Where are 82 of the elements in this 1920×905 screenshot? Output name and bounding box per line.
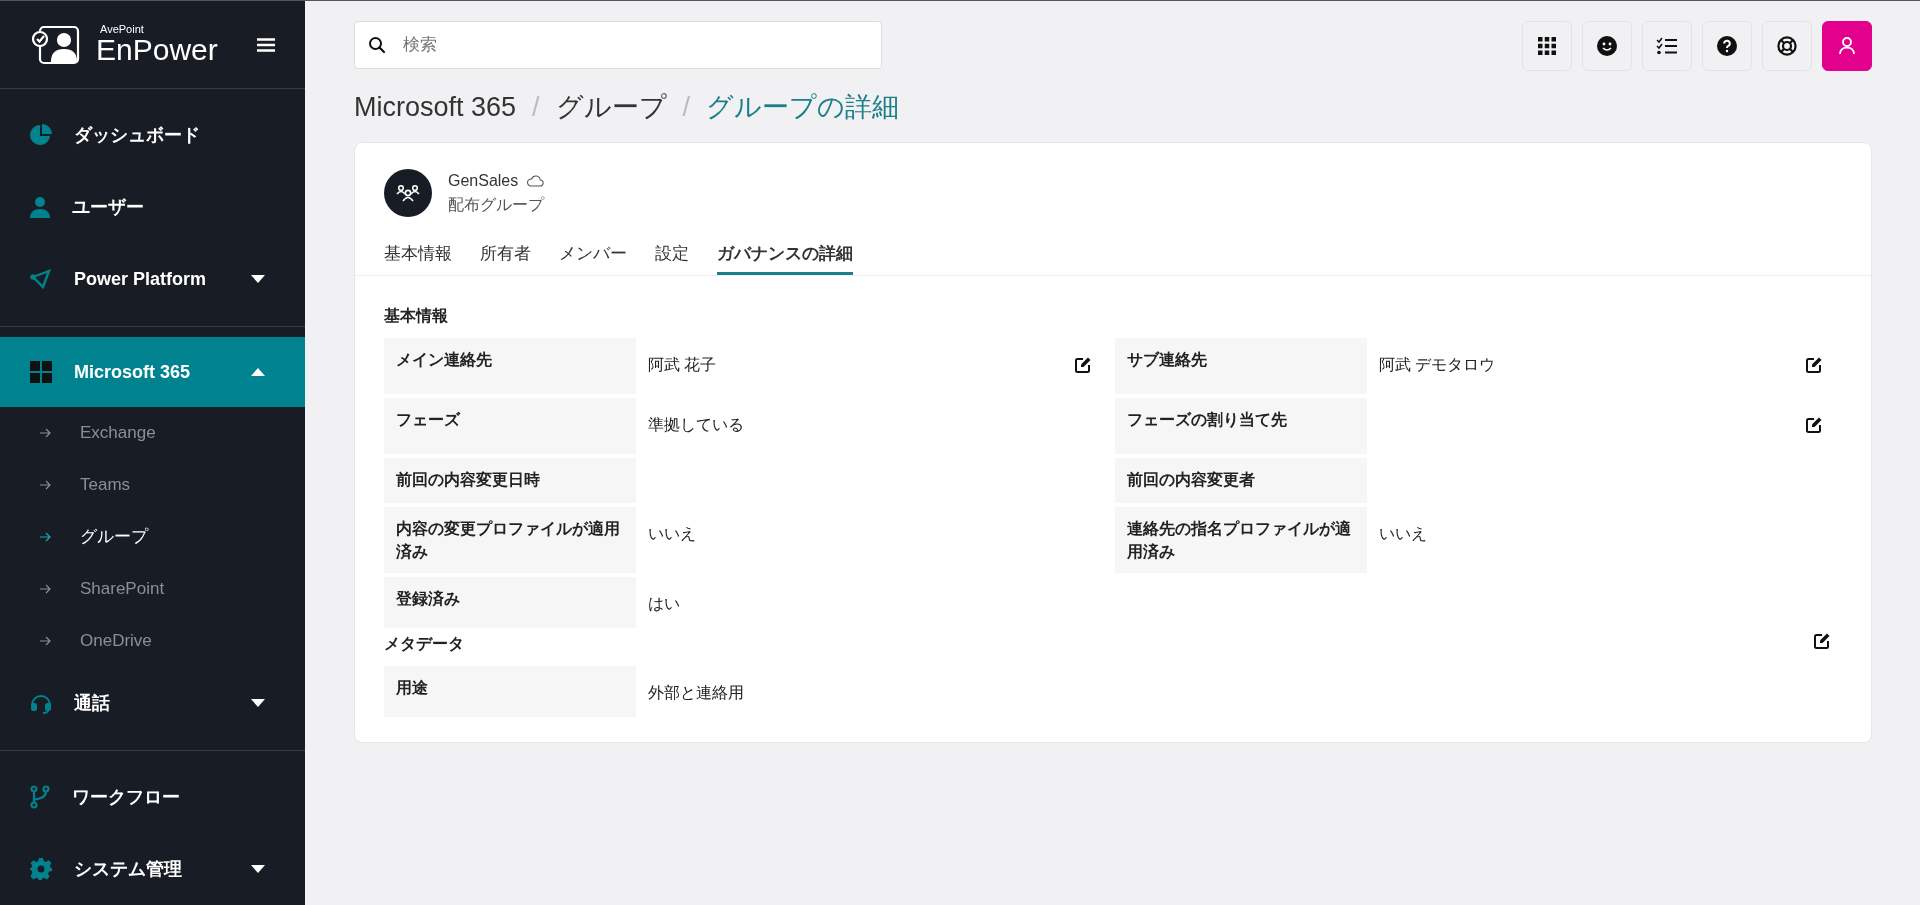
field-label: フェーズの割り当て先 [1115,398,1367,454]
field-value: 外部と連絡用 [648,684,744,702]
support-button[interactable] [1762,21,1812,71]
arrow-right-icon [40,480,52,490]
checklist-icon [1656,37,1678,55]
gear-icon [30,858,52,880]
sidebar-item[interactable]: 通話 [0,667,305,739]
windows-icon [30,361,52,383]
sidebar-subitem[interactable]: OneDrive [0,615,305,667]
breadcrumb-link[interactable]: グループ [555,87,667,128]
edit-icon [1805,415,1823,434]
smiley-icon [1597,36,1617,56]
field-label: 前回の内容変更日時 [384,458,636,503]
edit-icon [1813,632,1831,651]
group-icon [396,183,420,202]
sidebar-item[interactable]: Power Platform [0,243,305,315]
caret-down-icon [251,699,265,707]
arrow-right-icon [40,584,52,594]
arrow-right-icon [40,532,52,542]
help-button[interactable] [1702,21,1752,71]
user-icon [1839,37,1855,55]
tab[interactable]: 基本情報 [384,240,452,275]
branch-icon [30,785,50,809]
sidebar-item[interactable]: ワークフロー [0,761,305,833]
sidebar-subitem[interactable]: グループ [0,511,305,563]
arrow-right-icon [40,636,52,646]
headset-icon [30,692,52,714]
sidebar-item[interactable]: システム管理 [0,833,305,905]
section-title: 基本情報 [384,306,448,326]
field-value: 阿武 デモタロウ [1379,356,1496,373]
tab[interactable]: メンバー [559,240,627,275]
group-type: 配布グループ [448,194,545,215]
breadcrumb-current: グループの詳細 [706,91,900,124]
field-label: 連絡先の指名プロファイルが適用済み [1115,507,1367,574]
sidebar-subitem[interactable]: SharePoint [0,563,305,615]
send-icon [30,268,52,290]
company-name: AvePoint [99,24,145,35]
tasks-button[interactable] [1642,21,1692,71]
breadcrumb-link[interactable]: Microsoft 365 [354,87,517,128]
search-field[interactable]: 検索 [354,21,882,69]
cloud-icon [526,174,545,187]
caret-down-icon [251,275,265,283]
lifebuoy-icon [1777,36,1797,56]
field-label: 登録済み [384,577,636,629]
pie-chart-icon [30,124,52,146]
grid-icon [1537,36,1557,56]
section-title: メタデータ [384,634,464,655]
field-value: いいえ [1379,525,1427,542]
help-icon [1717,36,1737,56]
sidebar-item[interactable]: ユーザー [0,171,305,243]
field-label: 内容の変更プロファイルが適用済み [384,507,636,574]
menu-icon [257,38,275,53]
field-value: 阿武 花子 [648,356,717,373]
sidebar-subitem[interactable]: Teams [0,459,305,511]
tab[interactable]: ガバナンスの詳細 [717,240,853,275]
edit-icon [1805,355,1823,374]
field-label: 用途 [384,666,636,718]
product-name: EnPower [96,35,218,65]
field-label: メイン連絡先 [384,338,636,394]
field-value: いいえ [648,525,696,542]
field-label: サブ連絡先 [1115,338,1367,394]
sidebar-item[interactable]: Microsoft 365 [0,337,305,407]
logo-icon [30,24,80,65]
caret-up-icon [251,368,265,376]
user-icon [30,196,50,218]
sidebar-subitem[interactable]: Exchange [0,407,305,459]
field-label: フェーズ [384,398,636,454]
app-grid-button[interactable] [1522,21,1572,71]
breadcrumb-separator: / [532,91,540,124]
feedback-button[interactable] [1582,21,1632,71]
tab[interactable]: 設定 [655,240,689,275]
field-value: 準拠している [648,416,744,433]
sidebar-item[interactable]: ダッシュボード [0,99,305,171]
edit-icon [1074,355,1092,374]
tab[interactable]: 所有者 [480,240,531,275]
field-value: はい [648,595,680,613]
group-name: GenSales [448,170,519,191]
breadcrumb-separator: / [682,91,691,124]
caret-down-icon [251,865,265,873]
profile-button[interactable] [1822,21,1872,71]
field-label: 前回の内容変更者 [1115,458,1367,503]
arrow-right-icon [40,428,52,438]
